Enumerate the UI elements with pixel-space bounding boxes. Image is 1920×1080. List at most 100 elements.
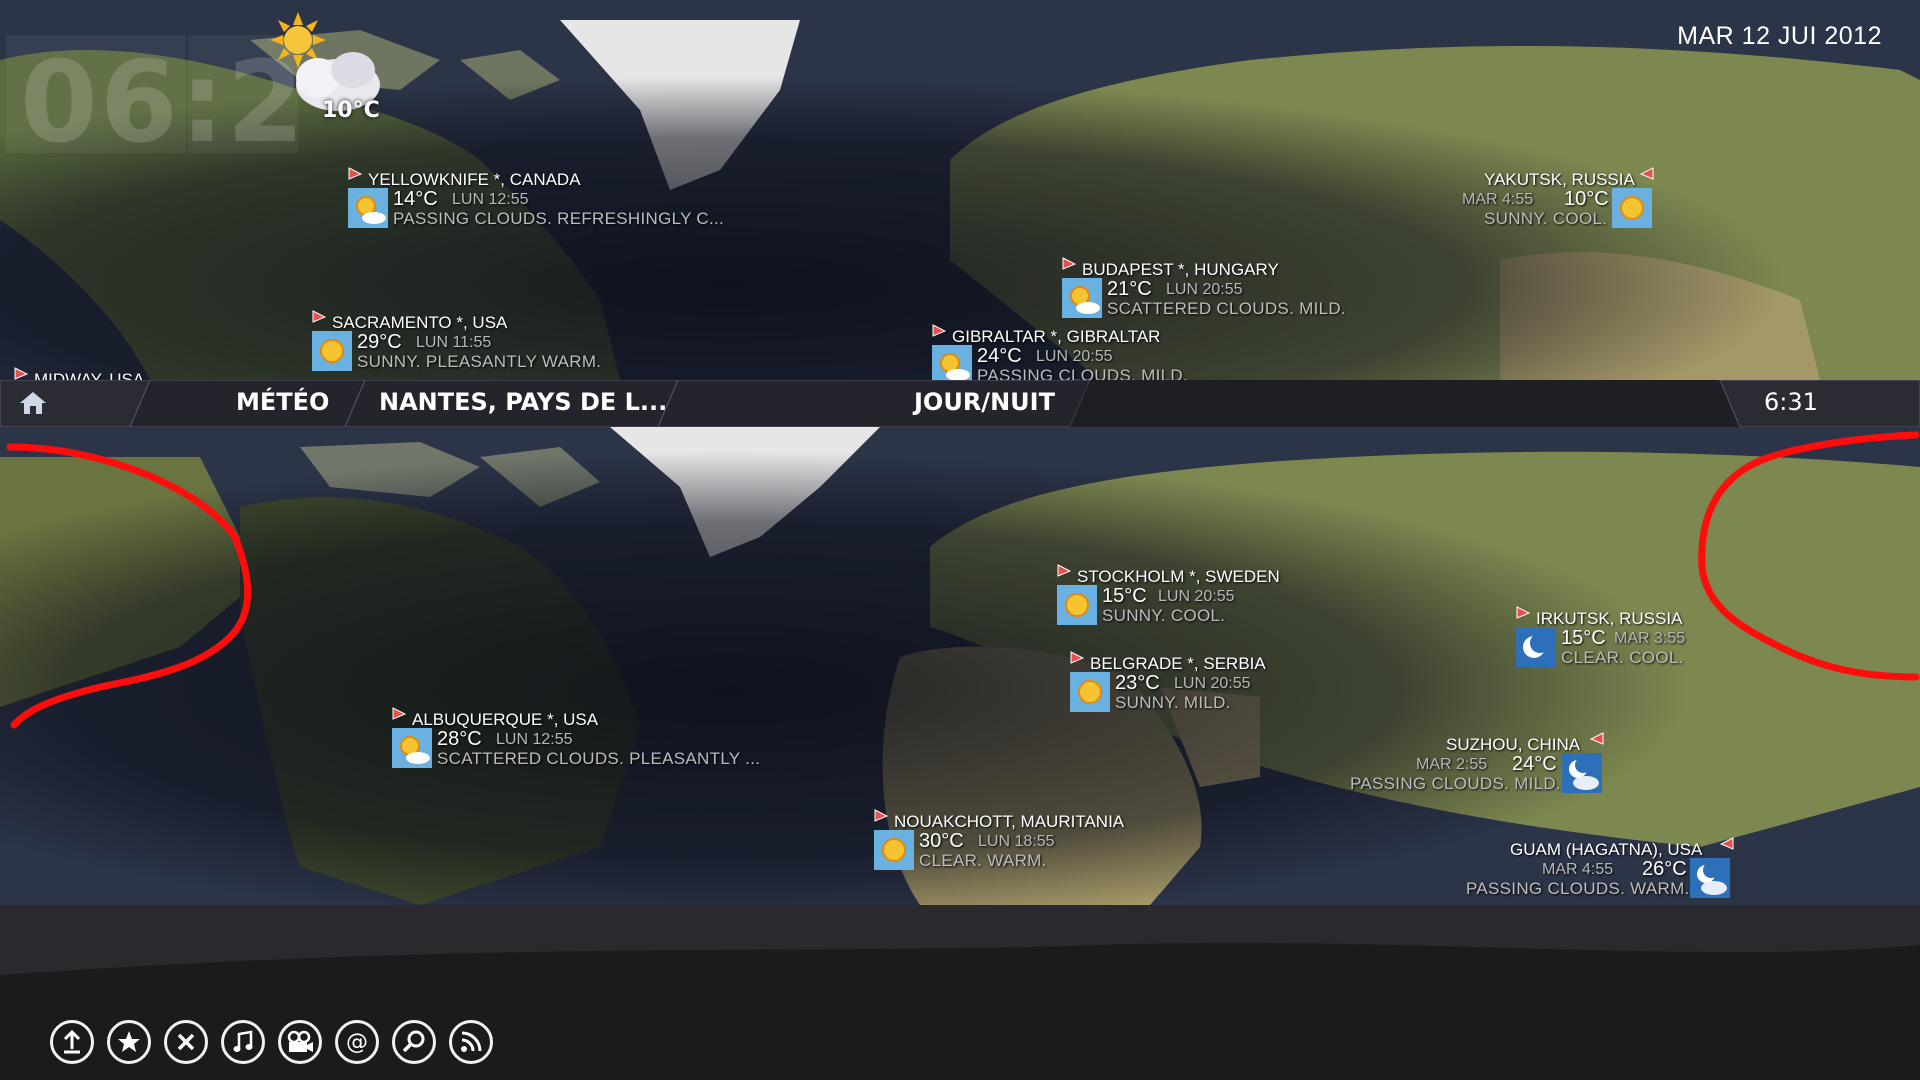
moon-icon [1516, 627, 1556, 667]
upload-icon [63, 1029, 81, 1054]
city-marker-icon [312, 310, 326, 323]
city-time: LUN 11:55 [416, 334, 492, 351]
city-name: MIDWAY, USA [34, 370, 145, 380]
music-icon [233, 1030, 253, 1052]
city-temp: 29°C [357, 331, 402, 353]
city-time: LUN 20:55 [1174, 675, 1251, 692]
sun-cloud-icon [392, 728, 432, 768]
menu-time: 6:31 [1740, 380, 1920, 427]
rss-button[interactable] [449, 1020, 493, 1064]
city-name: BUDAPEST *, HUNGARY [1082, 260, 1279, 279]
city-condition: SUNNY. PLEASANTLY WARM. [357, 352, 602, 371]
city-marker-icon [874, 809, 888, 822]
city-temp: 10°C [1564, 188, 1609, 210]
tab-location-label: NANTES, PAYS DE L... [379, 388, 668, 416]
city-time: MAR 4:55 [1462, 191, 1534, 208]
city-time: LUN 20:55 [1166, 281, 1243, 298]
city-temp: 23°C [1115, 672, 1160, 694]
sun-icon [1057, 585, 1097, 625]
at-icon: @ [346, 1030, 368, 1055]
city-temp: 14°C [393, 188, 438, 210]
city-condition: SUNNY. COOL. [1484, 209, 1608, 228]
city-condition: SCATTERED CLOUDS. MILD. [1107, 299, 1346, 318]
sun-cloud-icon [348, 188, 388, 228]
current-temperature: 10°C [322, 98, 380, 123]
city-condition: SUNNY. MILD. [1115, 693, 1231, 712]
star-icon [118, 1031, 140, 1052]
city-marker-icon [1057, 564, 1071, 577]
bottom-world-map: STOCKHOLM *, SWEDEN 15°C LUN 20:55 SUNNY… [0, 427, 1920, 905]
tab-location[interactable]: NANTES, PAYS DE L... [365, 380, 668, 427]
city-marker-icon [1070, 651, 1084, 664]
city-condition: CLEAR. COOL. [1561, 648, 1684, 667]
email-button[interactable]: @ [335, 1020, 379, 1064]
city-name: IRKUTSK, RUSSIA [1536, 609, 1683, 628]
city-temp: 26°C [1642, 858, 1687, 880]
city-condition: SCATTERED CLOUDS. PLEASANTLY ... [437, 749, 761, 768]
city-time: MAR 4:55 [1542, 861, 1614, 878]
city-temp: 30°C [919, 830, 964, 852]
city-name: GUAM (HAGATNA), USA [1510, 840, 1703, 859]
tab-meteo[interactable]: MÉTÉO [150, 380, 360, 427]
home-icon [20, 392, 46, 414]
city-marker-icon [14, 367, 28, 380]
home-button[interactable] [14, 380, 54, 427]
tab-meteo-label: MÉTÉO [236, 388, 330, 416]
city-marker-icon [392, 707, 406, 720]
top-world-map: 06:2 10°C MAR 12 JUI 2012 YELLOWKNIFE *,… [0, 0, 1920, 380]
city-marker-icon [1516, 606, 1530, 619]
video-icon [287, 1030, 313, 1052]
city-name: YAKUTSK, RUSSIA [1484, 170, 1635, 189]
rss-icon [461, 1031, 482, 1052]
city-marker-icon [1062, 257, 1076, 270]
svg-text:@: @ [346, 1030, 368, 1055]
sun-cloud-icon [932, 345, 972, 380]
clock: 06:2 [20, 38, 307, 168]
city-name: GIBRALTAR *, GIBRALTAR [952, 327, 1161, 346]
city-marker-icon [932, 324, 946, 337]
city-temp: 24°C [1512, 753, 1557, 775]
city-condition: CLEAR. WARM. [919, 851, 1047, 870]
city-time: LUN 12:55 [452, 191, 529, 208]
city-temp: 15°C [1561, 627, 1606, 649]
menu-time-label: 6:31 [1764, 388, 1818, 416]
city-name: SUZHOU, CHINA [1446, 735, 1581, 754]
city-marker-icon [1640, 167, 1654, 180]
menu-bar: MÉTÉO NANTES, PAYS DE L... JOUR/NUIT 6:3… [0, 380, 1920, 427]
city-marker-icon [348, 167, 362, 180]
city-time: LUN 20:55 [1036, 348, 1113, 365]
upload-button[interactable] [50, 1020, 94, 1064]
city-condition: PASSING CLOUDS. MILD. [1350, 774, 1561, 793]
city-name: YELLOWKNIFE *, CANADA [368, 170, 581, 189]
city-name: BELGRADE *, SERBIA [1090, 654, 1266, 673]
city-time: MAR 3:55 [1614, 630, 1686, 647]
favorites-button[interactable] [107, 1020, 151, 1064]
city-temp: 21°C [1107, 278, 1152, 300]
date-label: MAR 12 JUI 2012 [1677, 22, 1882, 50]
bottom-map-shadow [0, 905, 1920, 975]
city-name: SACRAMENTO *, USA [332, 313, 508, 332]
close-icon [177, 1033, 195, 1051]
tab-jour-nuit[interactable]: JOUR/NUIT [678, 380, 1078, 427]
search-button[interactable] [392, 1020, 436, 1064]
city-condition: PASSING CLOUDS. WARM. [1466, 879, 1690, 898]
city-condition: PASSING CLOUDS. MILD. [977, 366, 1188, 380]
music-button[interactable] [221, 1020, 265, 1064]
city-name: STOCKHOLM *, SWEDEN [1077, 567, 1280, 586]
sun-cloud-icon [1062, 278, 1102, 318]
sun-icon [1070, 672, 1110, 712]
close-button[interactable] [164, 1020, 208, 1064]
city-time: MAR 2:55 [1416, 756, 1488, 773]
sun-icon [312, 331, 352, 371]
city-name: ALBUQUERQUE *, USA [412, 710, 599, 729]
city-time: LUN 18:55 [978, 833, 1055, 850]
search-icon [402, 1030, 425, 1053]
video-button[interactable] [278, 1020, 322, 1064]
city-temp: 28°C [437, 728, 482, 750]
city-time: LUN 12:55 [496, 731, 573, 748]
city-marker-icon [1590, 732, 1604, 745]
sun-icon [1612, 188, 1652, 228]
moon-cloud-icon [1690, 858, 1730, 898]
city-marker-icon [1720, 837, 1734, 850]
city-condition: SUNNY. COOL. [1102, 606, 1226, 625]
